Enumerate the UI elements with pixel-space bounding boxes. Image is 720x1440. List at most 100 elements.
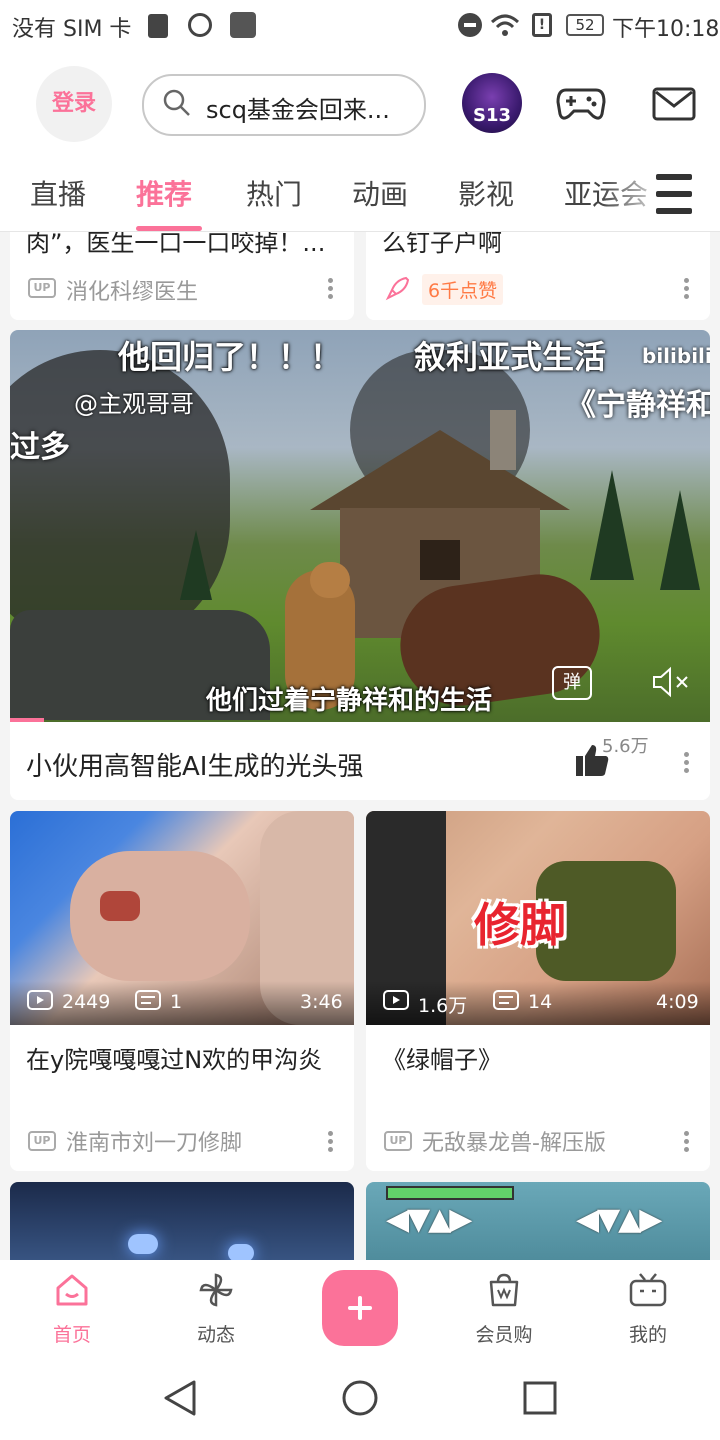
home-circle-icon[interactable] — [340, 1378, 380, 1418]
do-not-disturb-icon — [458, 13, 482, 37]
publish-button[interactable] — [322, 1270, 398, 1346]
featured-video-thumbnail[interactable]: 他回归了！！！ 叙利亚式生活 《宁静祥和 @主观哥哥 过多 bilibili 他… — [10, 330, 710, 722]
play-count-icon — [27, 990, 53, 1010]
mail-icon[interactable] — [652, 86, 696, 122]
video-title: 肉”，医生一口一口咬掉！... — [26, 232, 326, 257]
watermark-text: @主观哥哥 — [74, 390, 194, 418]
up-icon: UP — [28, 1131, 56, 1151]
toe-shape — [70, 851, 250, 981]
comment-count: 14 — [528, 991, 553, 1013]
nav-label: 动态 — [196, 1324, 235, 1346]
wifi-icon — [490, 14, 520, 36]
nav-label: 会员购 — [475, 1324, 533, 1346]
author-name[interactable]: 消化科缪医生 — [66, 274, 198, 306]
nav-label: 我的 — [628, 1324, 667, 1346]
video-title: 在y院嘎嘎嘎过N欢的甲沟炎 — [26, 1046, 323, 1074]
house-window-shape — [420, 540, 460, 580]
overlay-text: 叙利亚式生活 — [414, 338, 607, 376]
back-icon[interactable] — [162, 1378, 198, 1418]
chimney-shape — [490, 410, 516, 470]
home-icon — [56, 1274, 88, 1306]
video-thumbnail-partial[interactable] — [10, 1182, 354, 1272]
like-count: 5.6万 — [602, 736, 649, 757]
tab-recommend[interactable]: 推荐 — [136, 173, 192, 213]
arrow-icons: ◀▼▲▶ — [386, 1202, 472, 1237]
more-options-icon[interactable] — [328, 278, 334, 302]
search-icon — [163, 89, 190, 116]
menu-icon[interactable] — [656, 174, 692, 216]
video-card-partial-right[interactable]: 么钉子户啊 6千点赞 — [366, 232, 710, 320]
alert-icon: ! — [532, 13, 552, 37]
clock-text: 下午10:18 — [612, 17, 720, 42]
author-name[interactable]: 淮南市刘一刀修脚 — [66, 1125, 242, 1157]
nav-dynamics[interactable]: 动态 — [180, 1270, 252, 1350]
video-thumbnail[interactable]: 修脚 1.6万 14 4:09 — [366, 811, 710, 1025]
nav-home[interactable]: 首页 — [36, 1270, 108, 1350]
more-options-icon[interactable] — [328, 1131, 334, 1155]
video-title: 么钉子户啊 — [382, 232, 502, 257]
tree-shape — [590, 470, 634, 580]
tv-icon — [629, 1273, 667, 1307]
overlay-text: 过多 — [10, 430, 70, 465]
game-health-bar — [386, 1186, 514, 1200]
search-query-text: scq基金会回来... — [206, 96, 390, 124]
arrow-icons: ◀▼▲▶ — [576, 1202, 662, 1237]
play-count: 2449 — [62, 991, 111, 1013]
video-subtitle: 他们过着宁静祥和的生活 — [206, 686, 493, 716]
status-bar: 没有 SIM 卡 ! 52 下午10:18 — [0, 0, 720, 52]
play-count: 1.6万 — [418, 995, 468, 1017]
sim-icon — [148, 14, 168, 38]
author-name[interactable]: 无敌暴龙兽-解压版 — [422, 1125, 606, 1157]
hotspot-icon — [188, 13, 212, 37]
likes-badge: 6千点赞 — [422, 274, 504, 305]
tree-shape — [660, 490, 700, 590]
gamepad-icon[interactable] — [556, 84, 606, 124]
tab-hot[interactable]: 热门 — [246, 173, 302, 213]
playback-progress-bar — [10, 718, 44, 722]
glowing-eye-shape — [128, 1234, 158, 1254]
event-badge-avatar[interactable]: S13 — [462, 73, 522, 133]
plus-icon — [358, 1296, 362, 1320]
video-card[interactable]: 2449 1 3:46 在y院嘎嘎嘎过N欢的甲沟炎 UP 淮南市刘一刀修脚 — [10, 811, 354, 1171]
comment-count: 1 — [170, 991, 183, 1013]
nav-vip-shop[interactable]: 会员购 — [466, 1270, 542, 1350]
recent-apps-icon[interactable] — [522, 1380, 558, 1416]
wound-shape — [100, 891, 140, 921]
carrier-text: 没有 SIM 卡 — [12, 17, 132, 42]
house-roof-shape — [310, 430, 570, 510]
more-options-icon[interactable] — [684, 752, 690, 776]
tab-anime[interactable]: 动画 — [352, 173, 408, 213]
video-card-partial-left[interactable]: 肉”，医生一口一口咬掉！... UP 消化科缪医生 — [10, 232, 354, 320]
rocket-icon — [385, 276, 410, 301]
tab-film[interactable]: 影视 — [458, 173, 514, 213]
more-options-icon[interactable] — [684, 1131, 690, 1155]
pinwheel-icon — [199, 1273, 233, 1307]
thumbnail-overlay-text: 修脚 — [474, 898, 566, 952]
video-duration: 3:46 — [300, 991, 343, 1013]
brand-watermark: bilibili — [642, 344, 710, 368]
shopping-bag-icon — [489, 1273, 519, 1307]
app-notification-icon — [230, 12, 256, 38]
tree-shape — [180, 530, 212, 600]
bear-head-shape — [310, 562, 350, 598]
login-button[interactable]: 登录 — [36, 66, 112, 142]
video-title: 小伙用高智能AI生成的光头强 — [26, 752, 364, 782]
play-count-icon — [383, 990, 409, 1010]
overlay-text: 他回归了！！！ — [118, 338, 343, 376]
mute-icon[interactable] — [650, 666, 692, 698]
more-options-icon[interactable] — [684, 278, 690, 302]
nav-profile[interactable]: 我的 — [612, 1270, 684, 1350]
battery-icon: 52 — [566, 14, 604, 36]
overlay-text: 《宁静祥和 — [566, 388, 710, 423]
featured-video-card[interactable]: 他回归了！！！ 叙利亚式生活 《宁静祥和 @主观哥哥 过多 bilibili 他… — [10, 330, 710, 800]
up-icon: UP — [28, 278, 56, 298]
video-title: 《绿帽子》 — [382, 1046, 502, 1074]
nav-label: 首页 — [52, 1324, 91, 1346]
danmaku-toggle-button[interactable]: 弹 — [552, 666, 592, 700]
video-card[interactable]: 修脚 1.6万 14 4:09 《绿帽子》 UP 无敌暴龙兽-解压版 — [366, 811, 710, 1171]
up-icon: UP — [384, 1131, 412, 1151]
tab-live[interactable]: 直播 — [30, 173, 86, 213]
video-duration: 4:09 — [656, 991, 699, 1013]
video-thumbnail-partial[interactable]: ◀▼▲▶ ◀▼▲▶ — [366, 1182, 710, 1272]
video-thumbnail[interactable]: 2449 1 3:46 — [10, 811, 354, 1025]
